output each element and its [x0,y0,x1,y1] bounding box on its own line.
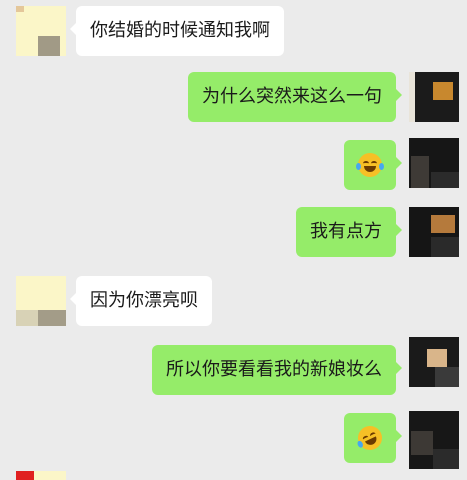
user-avatar[interactable] [409,138,459,188]
user-avatar[interactable] [409,337,459,387]
message-bubble[interactable]: 你结婚的时候通知我啊 [70,6,284,56]
user-avatar[interactable] [409,207,459,257]
message-bubble[interactable]: 因为你漂亮呗 [70,276,212,326]
rolling-laughing-emoji-icon [354,422,386,454]
contact-avatar[interactable] [16,276,66,326]
contact-avatar[interactable] [16,6,66,56]
user-avatar[interactable] [409,72,459,122]
message-text: 因为你漂亮呗 [90,290,198,311]
message-text: 我有点方 [310,221,382,242]
message-bubble[interactable]: 为什么突然来这么一句 [188,72,402,122]
contact-avatar[interactable] [16,471,66,480]
message-bubble[interactable]: 所以你要看看我的新娘妆么 [152,345,402,395]
message-bubble[interactable] [344,413,402,463]
message-bubble[interactable] [344,140,402,190]
message-text: 所以你要看看我的新娘妆么 [166,359,382,380]
message-bubble[interactable]: 我有点方 [296,207,402,257]
user-avatar[interactable] [409,411,459,469]
message-text: 你结婚的时候通知我啊 [90,20,270,41]
message-text: 为什么突然来这么一句 [202,86,382,107]
tears-of-joy-emoji-icon [356,153,384,177]
